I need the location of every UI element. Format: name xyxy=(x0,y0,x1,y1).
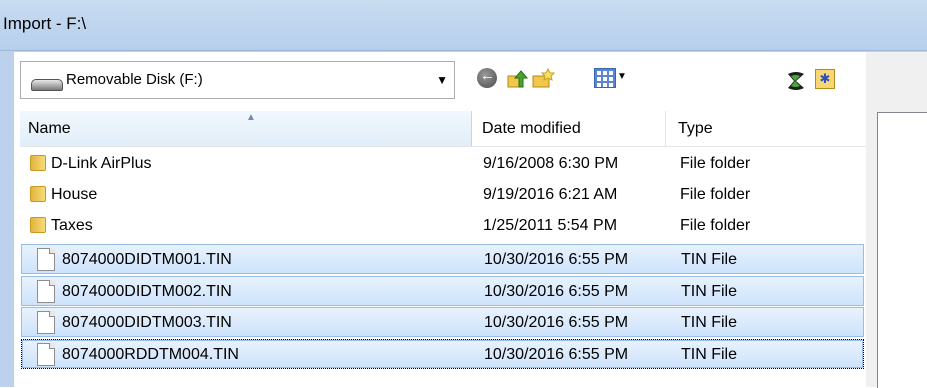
new-folder-button[interactable] xyxy=(531,67,556,90)
sort-ascending-icon: ▲ xyxy=(246,112,256,123)
chevron-down-icon[interactable]: ▼ xyxy=(436,73,448,87)
file-name: D-Link AirPlus xyxy=(51,155,152,172)
new-folder-icon xyxy=(532,67,556,88)
name-column-label: Name xyxy=(28,120,71,137)
file-type: TIN File xyxy=(681,251,737,268)
date-modified: 10/30/2016 6:55 PM xyxy=(484,346,629,363)
folder-icon xyxy=(30,217,46,233)
file-type: TIN File xyxy=(681,283,737,300)
file-row-focused[interactable]: 8074000RDDTM004.TIN 10/30/2016 6:55 PM T… xyxy=(21,339,864,369)
location-label: Removable Disk (F:) xyxy=(66,71,203,88)
file-type: File folder xyxy=(680,186,751,203)
file-row-selected[interactable]: 8074000DIDTM002.TIN 10/30/2016 6:55 PM T… xyxy=(21,276,864,306)
view-dropdown-icon[interactable]: ▼ xyxy=(617,71,627,93)
file-icon xyxy=(37,343,55,366)
file-icon xyxy=(37,311,55,334)
folder-icon xyxy=(30,186,46,202)
column-header: Name ▲ Date modified Type xyxy=(20,111,866,147)
type-column-header[interactable]: Type xyxy=(678,120,713,138)
name-column-header[interactable]: Name ▲ xyxy=(20,111,472,146)
file-type: File folder xyxy=(680,217,751,234)
file-name: 8074000DIDTM003.TIN xyxy=(62,314,232,331)
file-row-selected[interactable]: 8074000DIDTM001.TIN 10/30/2016 6:55 PM T… xyxy=(21,244,864,274)
file-type: TIN File xyxy=(681,346,737,363)
up-folder-icon xyxy=(507,70,529,88)
file-name: Taxes xyxy=(51,217,93,234)
date-column-header[interactable]: Date modified xyxy=(482,120,581,138)
date-modified: 1/25/2011 5:54 PM xyxy=(483,217,618,234)
view-menu-button[interactable] xyxy=(594,68,616,88)
side-pane xyxy=(877,112,927,388)
star-folder-icon[interactable]: ✱ xyxy=(815,69,835,89)
file-type: TIN File xyxy=(681,314,737,331)
back-button[interactable] xyxy=(477,67,497,88)
date-modified: 10/30/2016 6:55 PM xyxy=(484,251,629,268)
removable-disk-icon xyxy=(31,79,63,91)
date-modified: 10/30/2016 6:55 PM xyxy=(484,314,629,331)
title-bar: Import - F:\ xyxy=(0,0,927,51)
file-name: 8074000DIDTM002.TIN xyxy=(62,283,232,300)
folder-icon xyxy=(30,155,46,171)
window-title: Import - F:\ xyxy=(3,14,87,33)
file-name: 8074000RDDTM004.TIN xyxy=(62,346,239,363)
folder-row[interactable]: D-Link AirPlus 9/16/2008 6:30 PM File fo… xyxy=(21,149,864,179)
file-name: House xyxy=(51,186,98,203)
date-modified: 9/19/2016 6:21 AM xyxy=(483,186,618,203)
date-modified: 10/30/2016 6:55 PM xyxy=(484,283,629,300)
file-row-selected[interactable]: 8074000DIDTM003.TIN 10/30/2016 6:55 PM T… xyxy=(21,307,864,337)
swirl-icon[interactable] xyxy=(785,70,807,92)
column-separator[interactable] xyxy=(665,111,666,146)
file-icon xyxy=(37,248,55,271)
folder-row[interactable]: Taxes 1/25/2011 5:54 PM File folder xyxy=(21,211,864,241)
folder-row[interactable]: House 9/19/2016 6:21 AM File folder xyxy=(21,180,864,210)
up-folder-button[interactable] xyxy=(506,68,529,90)
file-name: 8074000DIDTM001.TIN xyxy=(62,251,232,268)
file-type: File folder xyxy=(680,155,751,172)
location-dropdown[interactable]: Removable Disk (F:) ▼ xyxy=(20,61,455,99)
date-modified: 9/16/2008 6:30 PM xyxy=(483,155,619,172)
file-icon xyxy=(37,280,55,303)
